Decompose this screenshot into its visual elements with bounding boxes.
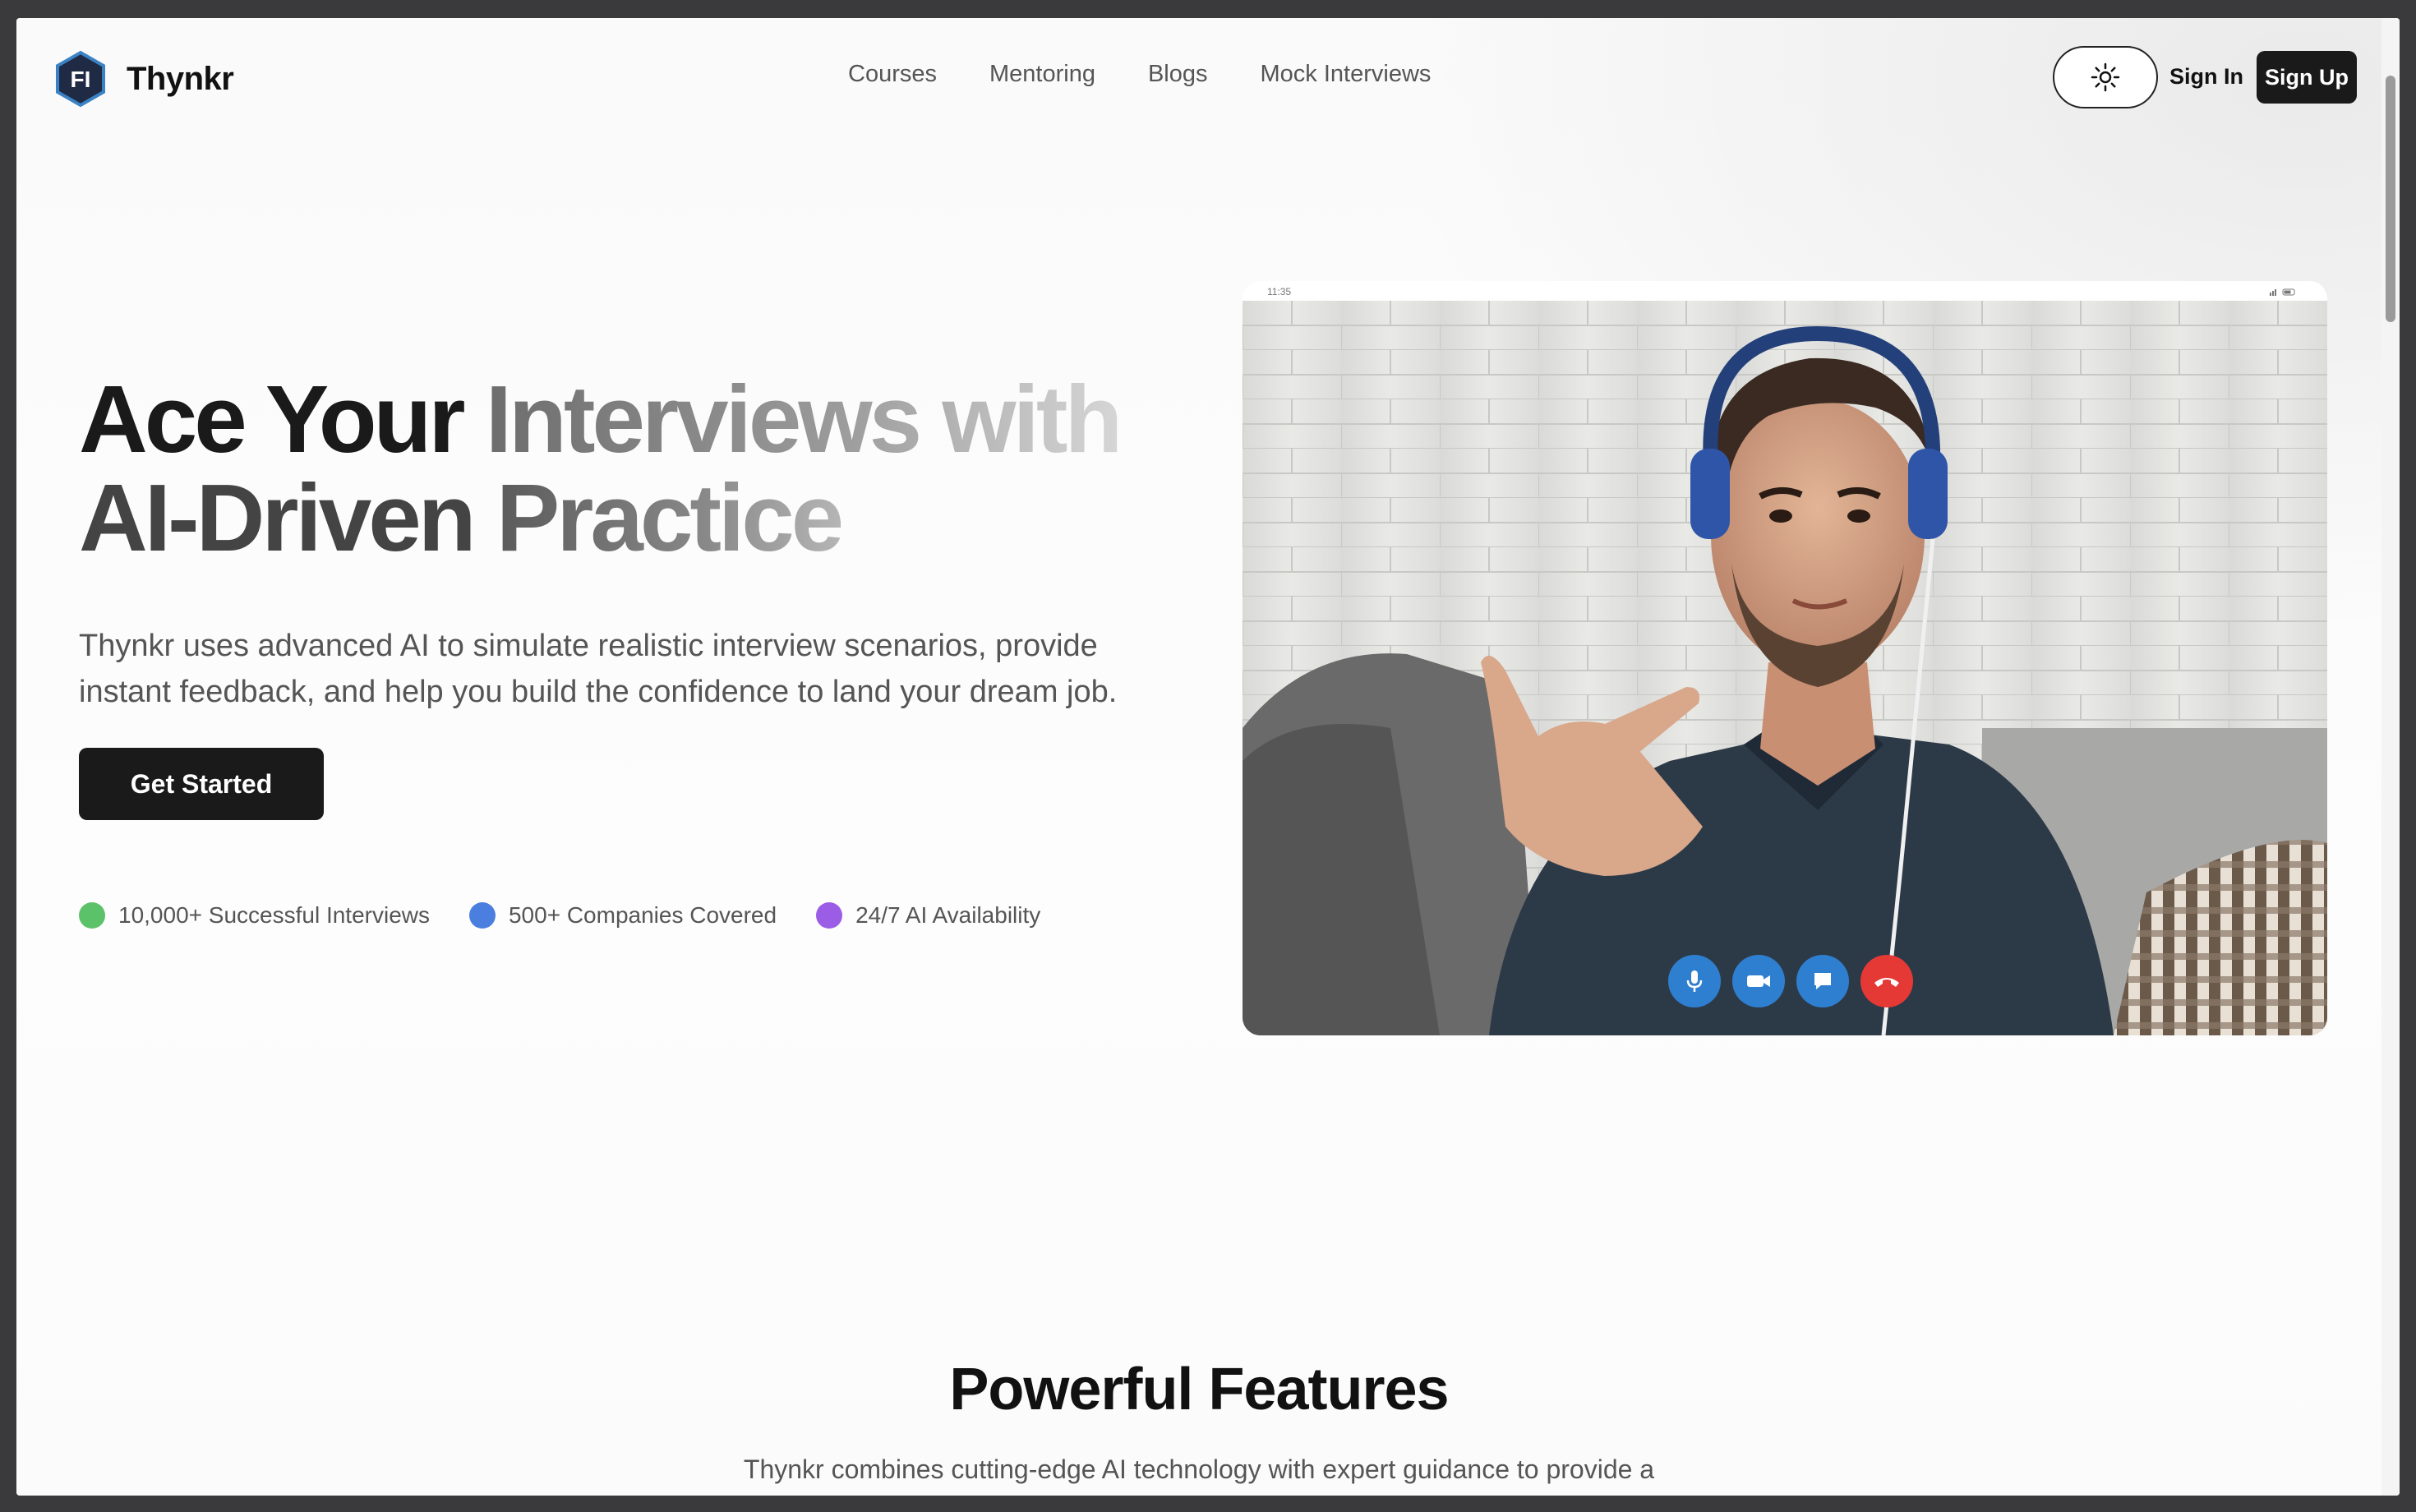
hero-title-part: Interviews with [485, 366, 1123, 472]
video-call-preview: 11:35 [1243, 281, 2327, 1035]
stat-item: 500+ Companies Covered [468, 902, 777, 929]
brand-logo[interactable]: FI Thynkr [51, 49, 234, 108]
end-call-icon [1874, 978, 1899, 987]
scrollbar[interactable] [2381, 18, 2400, 1496]
video-feed-person-image [1243, 301, 2327, 1035]
logo-letters: FI [71, 67, 91, 92]
nav-link-mentoring[interactable]: Mentoring [989, 61, 1095, 88]
hero-title: Ace Your Interviews with AI-Driven Pract… [79, 370, 1123, 567]
stat-label: 24/7 AI Availability [855, 902, 1041, 928]
purple-dot-icon [816, 902, 843, 929]
stat-item: 10,000+ Successful Interviews [79, 902, 430, 929]
stat-label: 10,000+ Successful Interviews [118, 902, 430, 928]
theme-toggle-button[interactable] [2053, 46, 2158, 108]
phone-status-bar: 11:35 [1243, 281, 2327, 301]
nav-links: Courses Mentoring Blogs Mock Interviews [848, 61, 1431, 88]
chat-icon [1814, 973, 1831, 989]
hero-title-part: AI-Driven [79, 464, 477, 571]
nav-link-mock-interviews[interactable]: Mock Interviews [1261, 61, 1432, 88]
hero-subtitle: Thynkr uses advanced AI to simulate real… [79, 629, 1118, 709]
sign-in-button[interactable]: Sign In [2169, 64, 2243, 90]
mic-icon [1686, 970, 1703, 992]
browser-window: FI Thynkr Courses Mentoring Blogs Mock I… [16, 18, 2400, 1496]
stat-item: 24/7 AI Availability [816, 902, 1040, 929]
call-controls [1668, 955, 1913, 1007]
mic-button[interactable] [1668, 955, 1721, 1007]
nav-link-blogs[interactable]: Blogs [1148, 61, 1208, 88]
top-navbar: FI Thynkr Courses Mentoring Blogs Mock I… [16, 18, 2381, 141]
hero-stats: 10,000+ Successful Interviews 500+ Compa… [79, 902, 1040, 929]
scrollbar-thumb[interactable] [2386, 76, 2395, 322]
end-call-button[interactable] [1860, 955, 1913, 1007]
features-subtitle: Thynkr combines cutting-edge AI technolo… [743, 1454, 1655, 1484]
hero-title-part: Ace Your [79, 366, 466, 472]
logo-hexagon-icon: FI [56, 50, 105, 108]
stat-label: 500+ Companies Covered [508, 902, 777, 928]
hero-title-part: Practice [496, 464, 844, 571]
sign-up-button[interactable]: Sign Up [2257, 51, 2357, 104]
hero-title-line-2: AI-Driven Practice [79, 468, 1119, 567]
nav-link-courses[interactable]: Courses [848, 61, 937, 88]
green-dot-icon [79, 902, 105, 929]
signal-battery-icon [2270, 288, 2295, 296]
hero-title-line-1: Ace Your Interviews with [79, 370, 1123, 468]
sun-icon [2091, 62, 2120, 92]
get-started-button[interactable]: Get Started [79, 748, 324, 820]
brand-name: Thynkr [127, 60, 234, 97]
features-title: Powerful Features [949, 1357, 1449, 1422]
status-time: 11:35 [1267, 286, 1292, 297]
camera-button[interactable] [1732, 955, 1785, 1007]
chat-button[interactable] [1796, 955, 1849, 1007]
camera-icon [1747, 975, 1770, 987]
blue-dot-icon [468, 902, 496, 929]
